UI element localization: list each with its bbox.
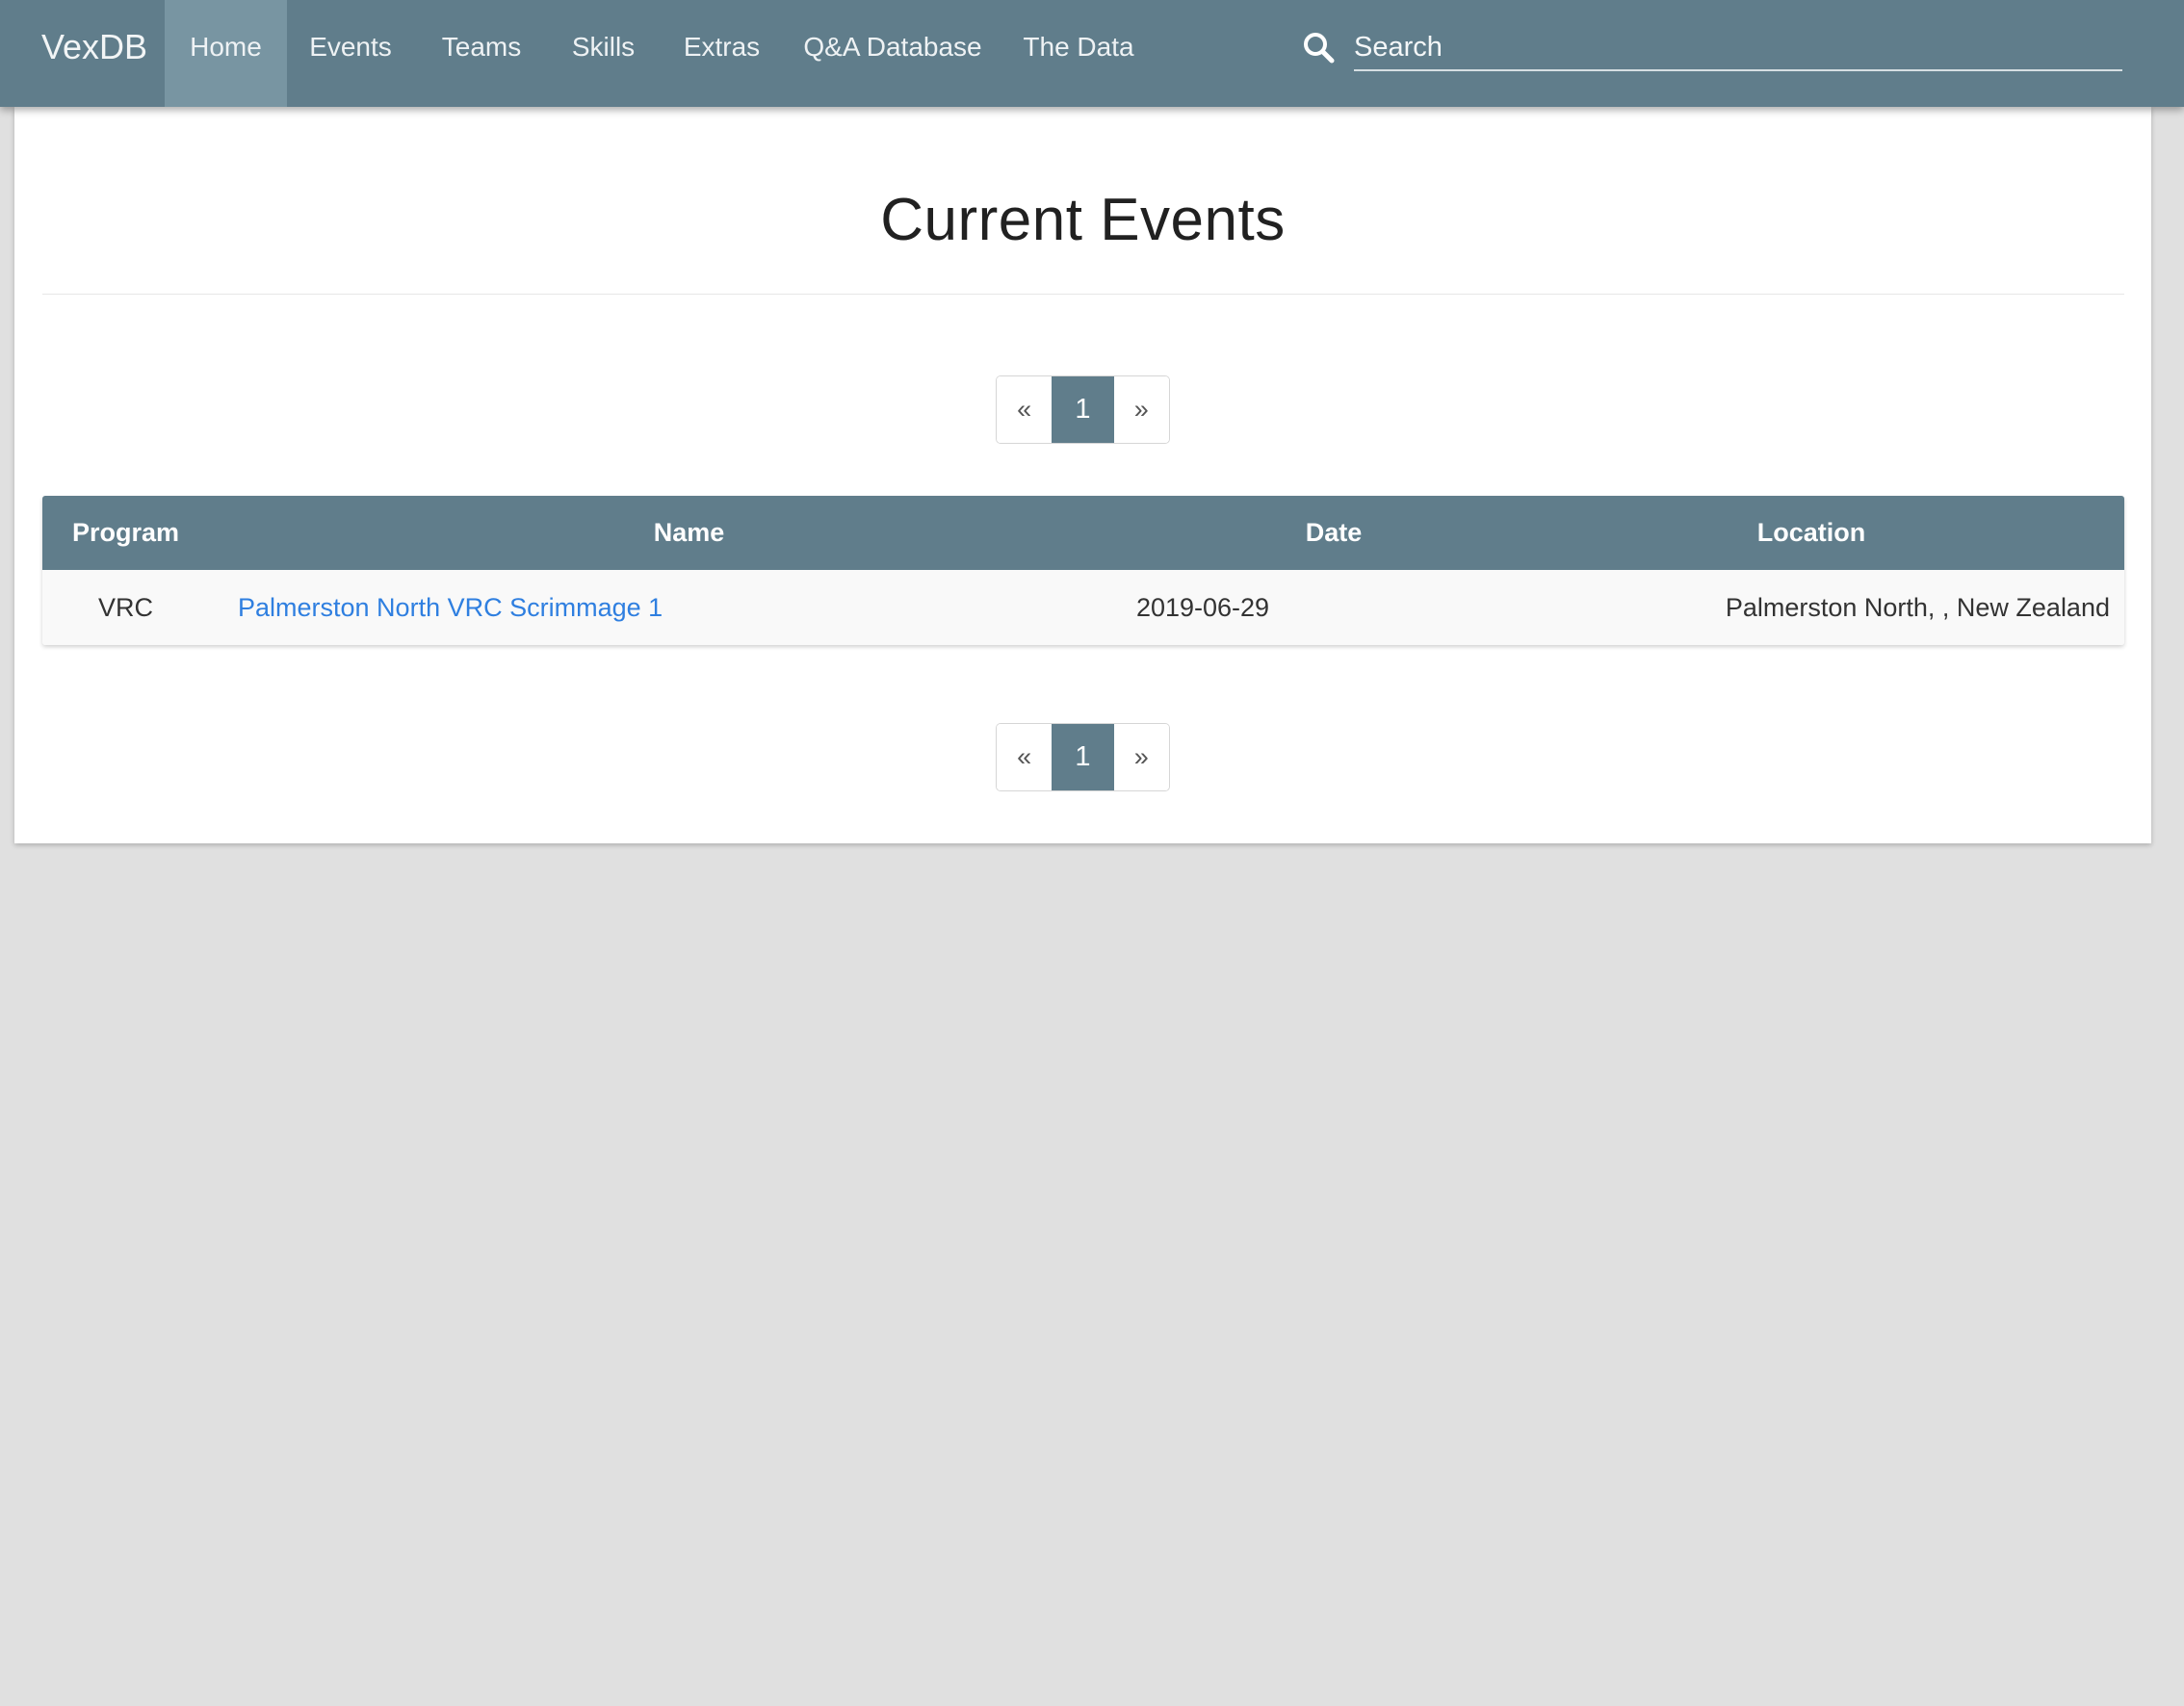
top-navbar: VexDB Home Events Teams Skills Extras Q&… xyxy=(0,0,2184,107)
pagination-next-button[interactable]: » xyxy=(1113,376,1169,443)
nav-item-the-data[interactable]: The Data xyxy=(1000,0,1157,107)
events-table: Program Name Date Location VRC Palmersto… xyxy=(42,496,2124,645)
nav-item-label: Extras xyxy=(683,32,761,62)
column-header-program[interactable]: Program xyxy=(42,496,209,570)
nav-item-teams[interactable]: Teams xyxy=(414,0,549,107)
nav-item-extras[interactable]: Extras xyxy=(658,0,786,107)
cell-location: Palmerston North, , New Zealand xyxy=(1725,593,2110,622)
nav-item-skills[interactable]: Skills xyxy=(549,0,658,107)
nav-item-label: Events xyxy=(309,32,392,62)
pagination-prev-button[interactable]: « xyxy=(997,376,1053,443)
pagination-next-button[interactable]: » xyxy=(1113,724,1169,790)
cell-name: Palmerston North VRC Scrimmage 1 xyxy=(238,570,663,645)
table-header: Program Name Date Location xyxy=(42,496,2124,570)
cell-date: 2019-06-29 xyxy=(1135,593,1270,622)
event-name-link[interactable]: Palmerston North VRC Scrimmage 1 xyxy=(238,593,663,622)
column-header-name[interactable]: Name xyxy=(209,496,1169,570)
pagination-page-button[interactable]: 1 xyxy=(1052,376,1114,443)
events-card: Current Events « 1 » Program Name Date L… xyxy=(14,107,2151,843)
pagination-bottom: « 1 » xyxy=(996,723,1170,791)
nav-item-label: The Data xyxy=(1023,32,1134,62)
table-row[interactable]: VRC Palmerston North VRC Scrimmage 1 201… xyxy=(42,570,2124,645)
nav-item-label: Home xyxy=(190,32,262,62)
cell-program: VRC xyxy=(97,593,153,622)
title-divider xyxy=(42,294,2124,295)
nav-item-home[interactable]: Home xyxy=(165,0,287,107)
nav-item-events[interactable]: Events xyxy=(287,0,414,107)
nav-item-label: Skills xyxy=(571,32,636,62)
nav-item-qa-database[interactable]: Q&A Database xyxy=(786,0,1000,107)
nav-item-label: Teams xyxy=(441,32,522,62)
brand-logo[interactable]: VexDB xyxy=(41,0,147,107)
column-header-location[interactable]: Location xyxy=(1498,496,2124,570)
pagination-prev-button[interactable]: « xyxy=(997,724,1053,790)
column-header-date[interactable]: Date xyxy=(1169,496,1498,570)
search-icon[interactable] xyxy=(1302,31,1335,64)
page-title: Current Events xyxy=(880,187,1286,253)
nav-item-label: Q&A Database xyxy=(803,32,982,62)
pagination-page-button[interactable]: 1 xyxy=(1052,724,1114,790)
search-input[interactable] xyxy=(1354,25,2122,71)
pagination-top: « 1 » xyxy=(996,375,1170,444)
